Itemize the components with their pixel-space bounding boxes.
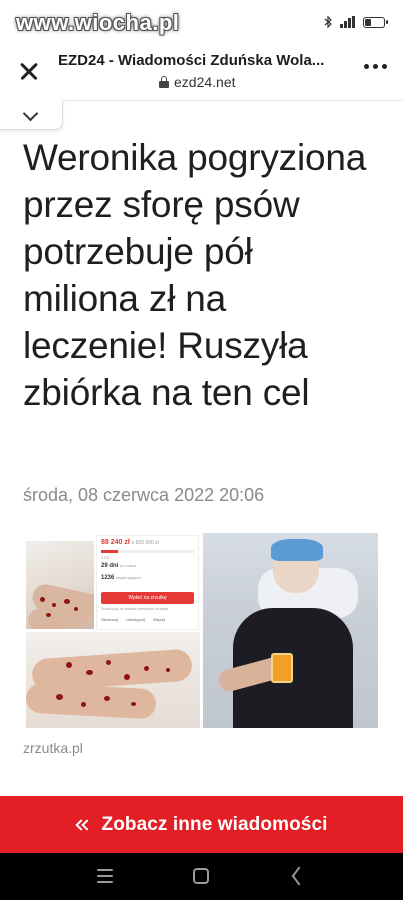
system-nav-bar (0, 853, 403, 900)
lock-icon (159, 76, 169, 88)
watermark: www.wiocha.pl (16, 10, 180, 35)
fundraiser-amount: 88 240 zł (101, 539, 130, 546)
more-news-label: Zobacz inne wiadomości (101, 813, 328, 835)
signal-icon (340, 16, 355, 28)
double-chevron-left-icon (75, 818, 94, 832)
home-icon[interactable] (193, 868, 209, 884)
chevron-down-icon (22, 105, 39, 122)
fundraiser-days: 29 dni (101, 563, 119, 569)
photo-arm-wounds[interactable] (26, 632, 200, 728)
fundraiser-promo: Zrzutkuj się na pokazie prezentów ud wpł… (101, 607, 168, 611)
back-icon[interactable] (290, 868, 304, 884)
status-bar: www.wiocha.pl (0, 0, 403, 44)
bluetooth-icon (324, 16, 332, 28)
recents-icon[interactable] (97, 869, 113, 883)
article-date: środa, 08 czerwca 2022 20:06 (23, 485, 265, 505)
fundraiser-goal: z 500 000 zł (131, 540, 159, 546)
browser-header: EZD24 - Wiadomości Zduńska Wola... ezd24… (0, 44, 403, 100)
fundraiser-supporters-label: wspierających (116, 575, 142, 580)
fundraiser-support-button: Wpłać na zrzutkę (101, 592, 194, 604)
more-news-banner[interactable]: Zobacz inne wiadomości (0, 796, 403, 853)
url-text: ezd24.net (174, 74, 236, 90)
divider (63, 100, 403, 101)
page-title: EZD24 - Wiadomości Zduńska Wola... (58, 52, 325, 69)
fundraiser-progress-bar (101, 550, 194, 553)
fundraiser-action: Udostępnij (125, 617, 145, 622)
url-bar[interactable]: ezd24.net (159, 74, 236, 90)
fundraiser-action: Więcej (152, 617, 165, 622)
photo-legs-wounds[interactable] (26, 541, 94, 629)
photo-hospital-bed[interactable] (203, 533, 378, 728)
fundraiser-percent: 17% (101, 555, 110, 560)
battery-icon (363, 16, 388, 28)
fundraiser-supporters: 1236 (101, 575, 115, 581)
fundraiser-screenshot: 88 240 zł z 500 000 zł 17% 29 dni do koń… (96, 535, 199, 630)
image-source: zrzutka.pl (23, 740, 83, 756)
fundraiser-days-label: do końca (120, 563, 137, 568)
collapse-toolbar-button[interactable] (0, 100, 63, 130)
status-icons (324, 16, 388, 28)
close-icon[interactable] (14, 56, 44, 86)
article-headline: Weronika pogryziona przez sforę psów pot… (23, 137, 367, 413)
more-vert-icon[interactable] (364, 64, 387, 69)
fundraiser-action: Obserwuj (101, 617, 118, 622)
